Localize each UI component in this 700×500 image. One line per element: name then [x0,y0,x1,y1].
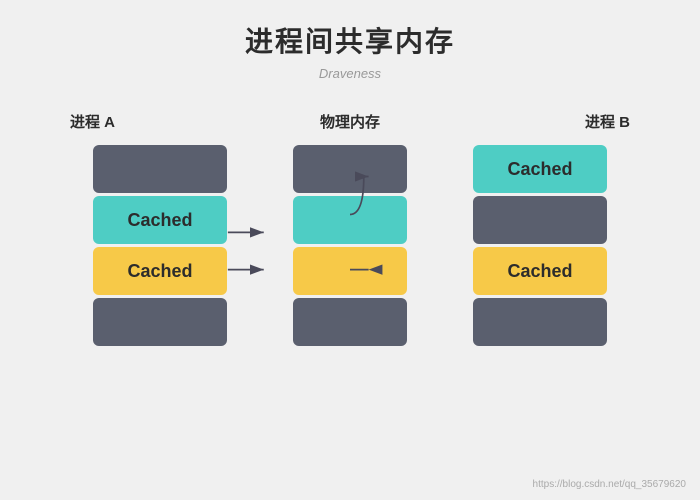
process-a-segment-bottom [93,298,227,346]
process-b-segment-yellow: Cached [473,247,607,295]
diagram-area: Cached Cached Cached Cached [30,142,670,349]
process-b-segment-cyan: Cached [473,145,607,193]
physical-segment-bottom [293,298,407,346]
physical-memory-label: 物理内存 [320,111,380,132]
process-a-segment-cyan: Cached [93,196,227,244]
process-b-cached-yellow: Cached [507,261,572,282]
process-b-cached-cyan: Cached [507,159,572,180]
physical-segment-cyan [293,196,407,244]
process-a-segment-yellow: Cached [93,247,227,295]
page-subtitle: Draveness [319,66,381,81]
process-a-cached-yellow: Cached [127,261,192,282]
footer-url: https://blog.csdn.net/qq_35679620 [533,479,686,490]
page-container: 进程间共享内存 Draveness 进程 A 物理内存 进程 B Cached … [0,0,700,500]
physical-memory-block [290,142,410,349]
process-b-segment-bottom [473,298,607,346]
page-title: 进程间共享内存 [245,20,455,60]
process-a-label: 进程 A [70,111,115,132]
process-a-cached-cyan: Cached [127,210,192,231]
physical-segment-top [293,145,407,193]
physical-segment-yellow [293,247,407,295]
process-a-block: Cached Cached [90,142,230,349]
process-a-segment-top [93,145,227,193]
process-b-label: 进程 B [585,111,630,132]
process-b-block: Cached Cached [470,142,610,349]
physical-memory-column [290,142,410,349]
process-b-segment-mid [473,196,607,244]
